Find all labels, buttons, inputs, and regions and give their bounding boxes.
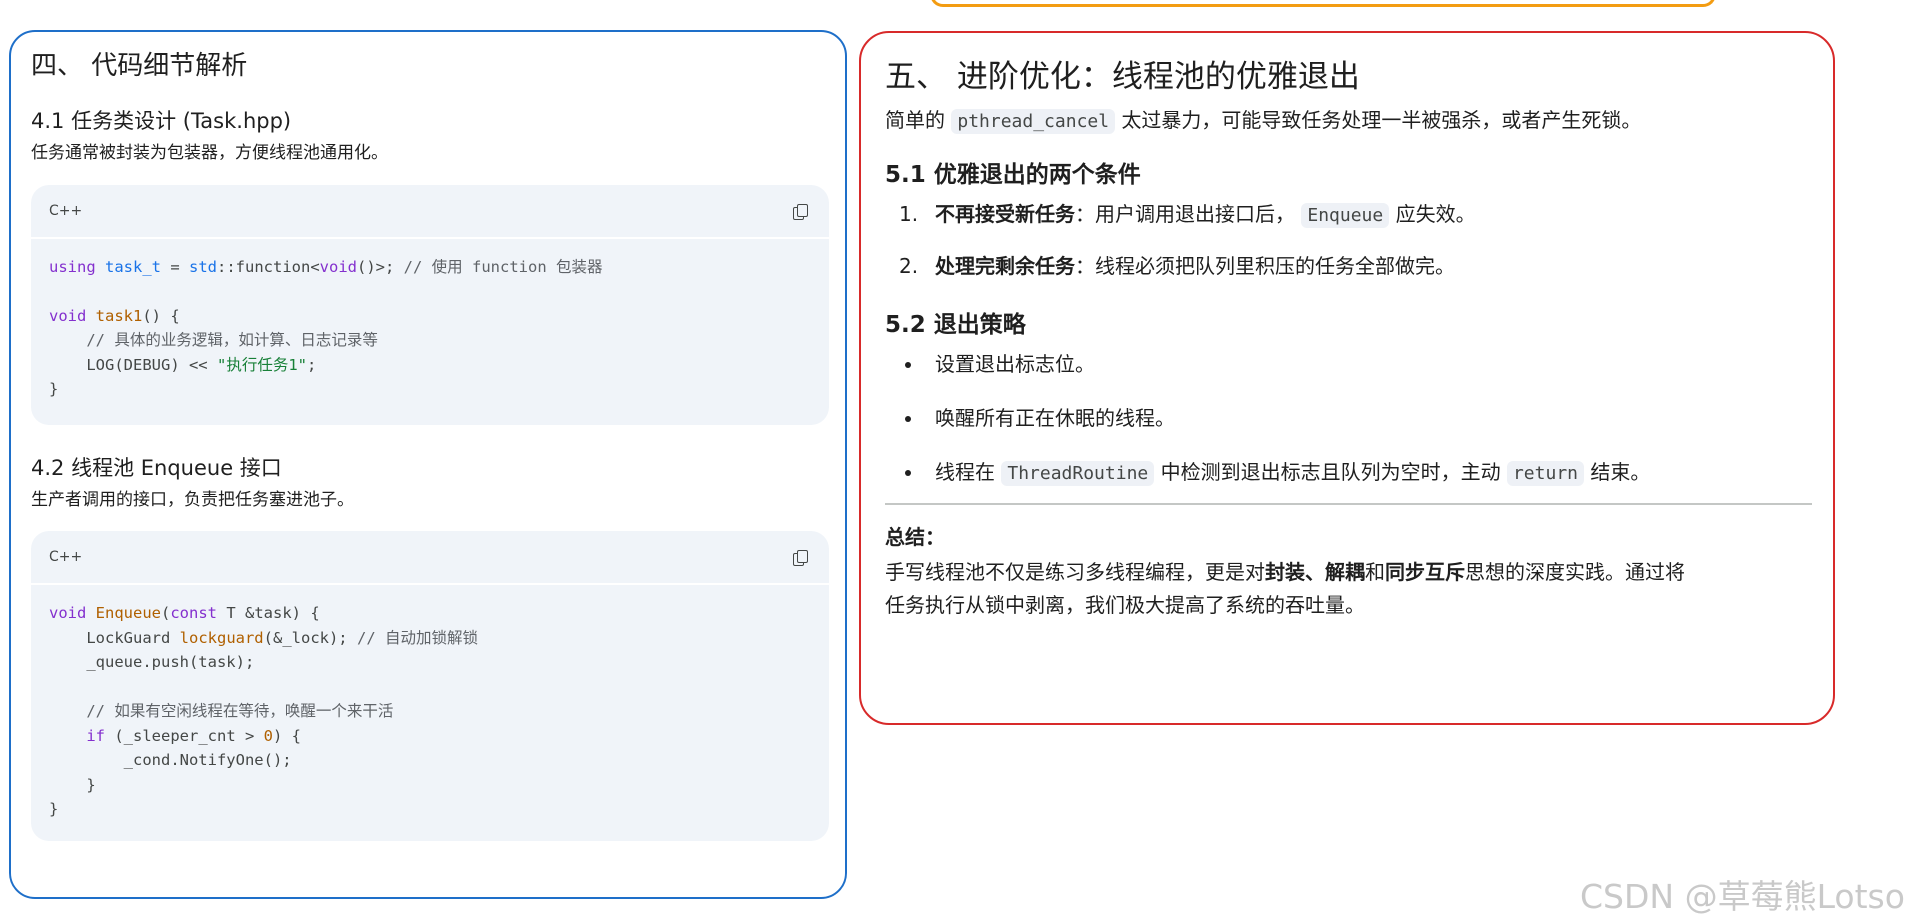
summary-bold: 封装 xyxy=(1265,559,1305,584)
list-item-text: 唤醒所有正在休眠的线程。 xyxy=(935,406,1175,431)
summary-title: 总结： xyxy=(885,524,945,549)
list-item-text: ：用户调用退出接口后， xyxy=(1075,202,1295,227)
code-language-label: C++ xyxy=(49,549,83,566)
section-5-title: 五、 进阶优化：线程池的优雅退出 xyxy=(885,59,1360,95)
summary-bold: 、 xyxy=(1305,559,1325,584)
copy-icon[interactable] xyxy=(793,550,808,567)
summary-bold: 同步互斥 xyxy=(1385,559,1465,584)
section-5-1-heading: 5.1 优雅退出的两个条件 xyxy=(885,162,1141,189)
list-item-text: 设置退出标志位。 xyxy=(935,352,1095,377)
inline-code-pthread-cancel: pthread_cancel xyxy=(951,109,1116,135)
section-4-2-desc: 生产者调用的接口，负责把任务塞进池子。 xyxy=(31,489,354,510)
summary-text-part: 和 xyxy=(1365,559,1385,584)
summary-text: 手写线程池不仅是练习多线程编程，更是对封装、解耦和同步互斥思想的深度实践。通过将… xyxy=(885,556,1809,622)
code-block-task: C++ using task_t = std::function<void()>… xyxy=(31,184,829,425)
csdn-watermark: CSDN @草莓熊Lotso xyxy=(1580,877,1905,916)
section-5-2-heading: 5.2 退出策略 xyxy=(885,312,1026,339)
code-content-enqueue: void Enqueue(const T &task) { LockGuard … xyxy=(49,604,478,819)
list-item: 1. 不再接受新任务：用户调用退出接口后， Enqueue 应失效。 xyxy=(885,199,1809,229)
list-item: 线程在 ThreadRoutine 中检测到退出标志且队列为空时，主动 retu… xyxy=(885,457,1809,487)
list-item-bold: 处理完剩余任务 xyxy=(935,254,1075,279)
list-number: 2. xyxy=(899,254,919,279)
bullet-icon xyxy=(905,416,911,423)
bullet-icon xyxy=(905,470,911,477)
section-4-panel: 四、 代码细节解析 4.1 任务类设计 (Task.hpp) 任务通常被封装为包… xyxy=(9,30,847,899)
section-4-1-desc: 任务通常被封装为包装器，方便线程池通用化。 xyxy=(31,143,388,164)
section-4-1-heading: 4.1 任务类设计 (Task.hpp) xyxy=(31,108,292,133)
list-number: 1. xyxy=(899,202,919,227)
intro-text: 简单的 xyxy=(885,108,945,133)
bullet-icon xyxy=(905,362,911,369)
section-4-title: 四、 代码细节解析 xyxy=(31,51,248,81)
top-accent-border xyxy=(930,0,1716,7)
list-item: 唤醒所有正在休眠的线程。 xyxy=(885,403,1809,433)
code-block-header: C++ xyxy=(31,531,829,586)
list-item-text: 中检测到退出标志且队列为空时，主动 xyxy=(1160,460,1501,485)
exit-conditions-list: 1. 不再接受新任务：用户调用退出接口后， Enqueue 应失效。 2. 处理… xyxy=(885,199,1809,281)
list-item-text: 线程在 xyxy=(935,460,995,485)
list-item: 2. 处理完剩余任务：线程必须把队列里积压的任务全部做完。 xyxy=(885,251,1809,281)
summary-text-part: 任务执行从锁中剥离，我们极大提高了系统的吞吐量。 xyxy=(885,592,1365,617)
section-5-intro: 简单的 pthread_cancel 太过暴力，可能导致任务处理一半被强杀，或者… xyxy=(885,105,1809,135)
list-item-text: ：线程必须把队列里积压的任务全部做完。 xyxy=(1075,254,1455,279)
inline-code-enqueue: Enqueue xyxy=(1301,203,1390,229)
code-block-enqueue: C++ void Enqueue(const T &task) { LockGu… xyxy=(31,531,829,842)
list-item-bold: 不再接受新任务 xyxy=(935,202,1075,227)
copy-icon[interactable] xyxy=(793,203,808,220)
section-5-panel: 五、 进阶优化：线程池的优雅退出 简单的 pthread_cancel 太过暴力… xyxy=(859,31,1835,725)
code-block-header: C++ xyxy=(31,185,829,239)
inline-code-return: return xyxy=(1506,461,1584,487)
exit-strategy-list: 设置退出标志位。 唤醒所有正在休眠的线程。 线程在 ThreadRoutine … xyxy=(885,349,1809,487)
intro-text: 太过暴力，可能导致任务处理一半被强杀，或者产生死锁。 xyxy=(1121,108,1642,133)
summary-text-part: 手写线程池不仅是练习多线程编程，更是对 xyxy=(885,559,1265,584)
list-item-text: 结束。 xyxy=(1590,460,1651,485)
code-content-task: using task_t = std::function<void()>; //… xyxy=(49,257,603,399)
list-item: 设置退出标志位。 xyxy=(885,349,1809,379)
code-language-label: C++ xyxy=(49,202,83,219)
summary-bold: 解耦 xyxy=(1325,559,1365,584)
summary-text-part: 思想的深度实践。通过将 xyxy=(1465,559,1685,584)
section-4-2-heading: 4.2 线程池 Enqueue 接口 xyxy=(31,455,282,480)
list-item-text: 应失效。 xyxy=(1395,202,1476,227)
inline-code-threadroutine: ThreadRoutine xyxy=(1001,461,1155,487)
